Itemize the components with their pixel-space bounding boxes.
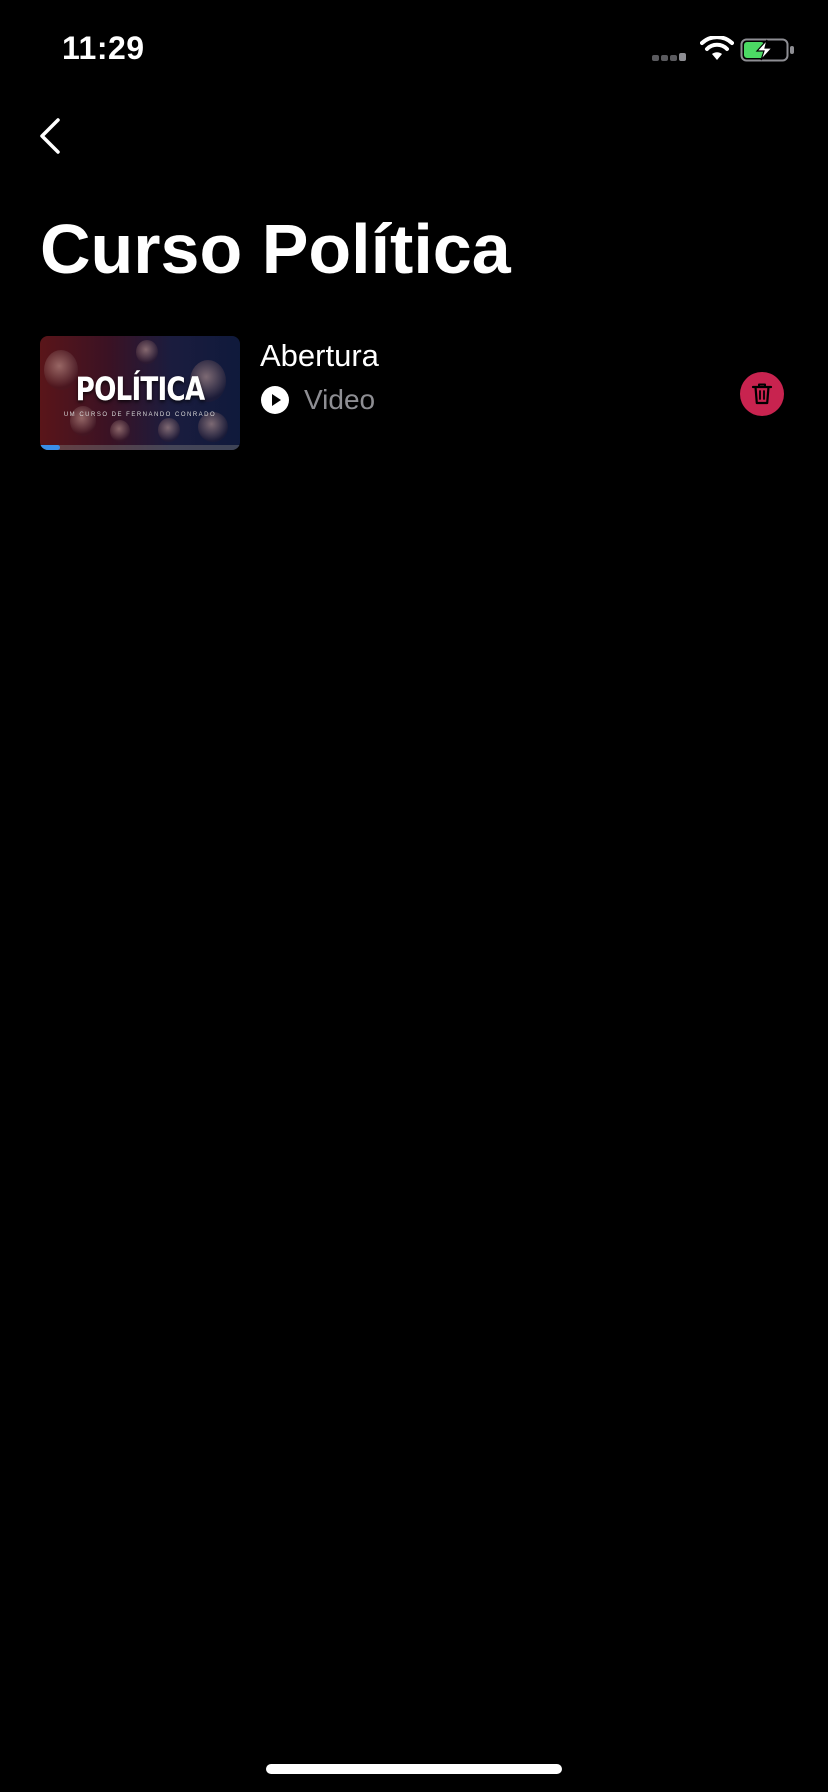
lesson-list: POLÍTICA UM CURSO DE FERNANDO CONRADO Ab… — [0, 334, 828, 450]
battery-charging-icon — [740, 38, 794, 62]
lesson-row[interactable]: POLÍTICA UM CURSO DE FERNANDO CONRADO Ab… — [0, 334, 828, 450]
status-bar: 11:29 — [0, 0, 828, 100]
progress-track — [40, 445, 240, 450]
cellular-signal-icon — [652, 53, 686, 61]
lesson-type-label: Video — [304, 384, 376, 415]
back-button[interactable] — [28, 110, 72, 162]
chevron-left-icon — [40, 118, 60, 154]
delete-button[interactable] — [740, 372, 784, 416]
lesson-name: Abertura — [260, 338, 379, 373]
thumbnail-title: POLÍTICA — [75, 370, 206, 408]
trash-icon — [751, 383, 773, 405]
home-indicator[interactable] — [266, 1764, 562, 1774]
thumbnail-subtitle: UM CURSO DE FERNANDO CONRADO — [63, 412, 217, 418]
wifi-icon — [700, 36, 734, 60]
lesson-type: Video — [260, 384, 375, 416]
progress-fill — [40, 445, 60, 450]
lesson-thumbnail[interactable]: POLÍTICA UM CURSO DE FERNANDO CONRADO — [40, 336, 240, 450]
page-title: Curso Política — [40, 210, 511, 288]
play-circle-icon — [261, 386, 289, 414]
status-time: 11:29 — [62, 30, 145, 66]
